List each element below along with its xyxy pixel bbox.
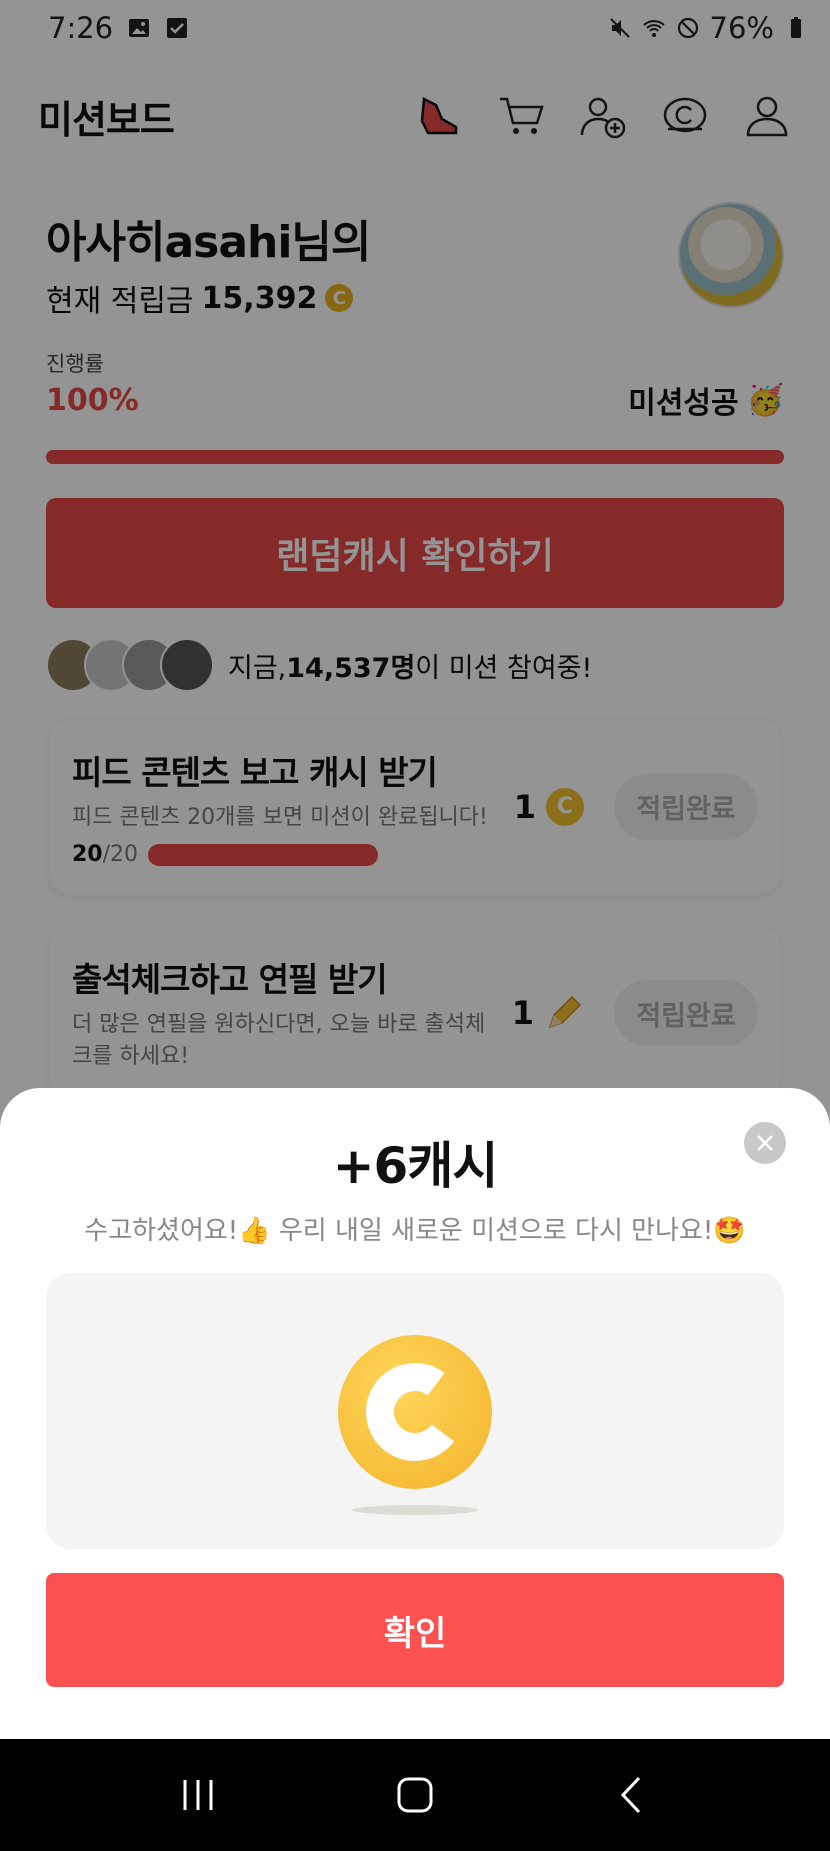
recent-apps-icon[interactable] [175, 1772, 221, 1818]
close-button[interactable] [744, 1122, 786, 1164]
reward-subtitle: 수고하셨어요!👍 우리 내일 새로운 미션으로 다시 만나요!🤩 [84, 1216, 746, 1246]
home-icon[interactable] [392, 1772, 438, 1818]
cash-coin-icon [338, 1335, 492, 1489]
back-icon[interactable] [609, 1772, 655, 1818]
reward-title: +6캐시 [332, 1137, 499, 1195]
coin-illustration [46, 1273, 784, 1549]
reward-bottom-sheet: +6캐시 수고하셨어요!👍 우리 내일 새로운 미션으로 다시 만나요!🤩 확인 [0, 1088, 830, 1739]
close-icon [757, 1135, 773, 1151]
coin-shadow [352, 1505, 478, 1515]
system-nav-bar [0, 1739, 830, 1851]
confirm-button[interactable]: 확인 [46, 1573, 784, 1687]
